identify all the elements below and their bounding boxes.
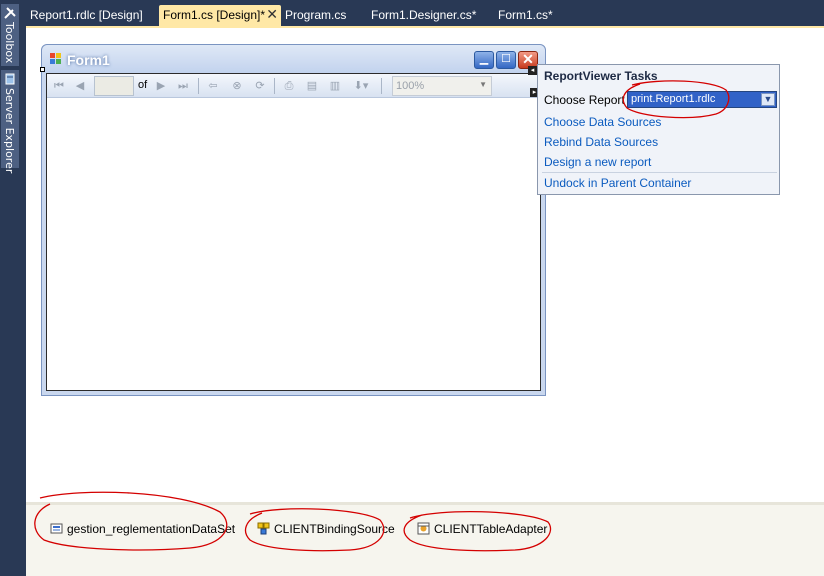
- maximize-button[interactable]: ☐: [496, 51, 516, 69]
- page-of-label: of: [138, 79, 148, 91]
- tab-form1-cs[interactable]: Form1.cs*: [494, 5, 557, 26]
- dataset-component[interactable]: gestion_reglementationDataSet: [50, 522, 235, 542]
- last-page-icon[interactable]: ⏭: [175, 78, 191, 94]
- tasks-divider: [542, 172, 777, 173]
- table-adapter-component[interactable]: CLIENTTableAdapter: [417, 522, 547, 542]
- reportviewer-tasks-panel: ReportViewer Tasks Choose Report print.R…: [537, 64, 780, 195]
- next-page-icon[interactable]: ▶: [153, 78, 169, 94]
- undock-link[interactable]: Undock in Parent Container: [544, 176, 691, 190]
- toolbox-icon: [4, 7, 16, 19]
- selection-handle[interactable]: [40, 67, 45, 72]
- chevron-down-icon: ▼: [479, 80, 487, 89]
- stop-icon[interactable]: ⊗: [229, 78, 245, 94]
- tab-label: Report1.rdlc [Design]: [30, 8, 143, 22]
- close-tab-icon[interactable]: ✕: [266, 6, 278, 23]
- choose-data-sources-link[interactable]: Choose Data Sources: [544, 115, 661, 129]
- refresh-icon[interactable]: ⟳: [252, 78, 268, 94]
- minimize-button[interactable]: ▁: [474, 51, 494, 69]
- report-viewer-toolbar: ⏮ ◀ of ▶ ⏭ ⇦ ⊗ ⟳ ⎙ ▤ ▥ ⬇▾ 100% ▼: [47, 74, 540, 98]
- server-explorer-label: Server Explorer: [3, 88, 16, 174]
- tab-form1-cs-design[interactable]: Form1.cs [Design]* ✕: [159, 5, 281, 26]
- form-title: Form1: [67, 52, 110, 68]
- first-page-icon[interactable]: ⏮: [51, 78, 67, 94]
- tab-label: Form1.Designer.cs*: [371, 8, 477, 22]
- tasks-panel-header: ReportViewer Tasks: [544, 69, 658, 83]
- tab-report1-rdlc-design[interactable]: Report1.rdlc [Design]: [26, 5, 147, 26]
- tab-label: Form1.cs [Design]*: [163, 8, 266, 22]
- toolbox-label: Toolbox: [3, 22, 16, 64]
- print-layout-icon[interactable]: ▤: [304, 78, 320, 94]
- dataset-label: gestion_reglementationDataSet: [67, 522, 236, 536]
- dataset-icon: [50, 522, 63, 535]
- rebind-data-sources-link[interactable]: Rebind Data Sources: [544, 135, 658, 149]
- binding-source-component[interactable]: CLIENTBindingSource: [257, 522, 395, 542]
- design-new-report-link[interactable]: Design a new report: [544, 155, 651, 169]
- tab-program-cs[interactable]: Program.cs: [281, 5, 350, 26]
- table-adapter-label: CLIENTTableAdapter: [434, 522, 548, 536]
- chevron-down-icon[interactable]: ▼: [761, 93, 775, 106]
- toolbar-separator: [198, 78, 199, 94]
- print-icon[interactable]: ⎙: [281, 78, 297, 94]
- smart-tag-button[interactable]: ◂: [528, 66, 537, 75]
- server-explorer-tab[interactable]: Server Explorer: [1, 70, 19, 173]
- form-title-bar[interactable]: Form1 ▁ ☐ ✕: [42, 45, 545, 73]
- document-tab-strip: Report1.rdlc [Design] Form1.cs [Design]*…: [26, 0, 824, 28]
- binding-source-label: CLIENTBindingSource: [274, 522, 395, 536]
- toolbox-tab[interactable]: Toolbox: [1, 4, 19, 66]
- page-setup-icon[interactable]: ▥: [327, 78, 343, 94]
- tab-form1-designer-cs[interactable]: Form1.Designer.cs*: [367, 5, 480, 26]
- zoom-value: 100%: [396, 80, 425, 92]
- previous-page-icon[interactable]: ◀: [72, 78, 88, 94]
- choose-report-select[interactable]: print.Report1.rdlc ▼: [627, 91, 777, 108]
- form-window[interactable]: Form1 ▁ ☐ ✕ ⏮ ◀ of ▶ ⏭ ⇦ ⊗ ⟳ ⎙ ▤ ▥ ⬇▾ 10…: [41, 44, 546, 396]
- toolbar-separator: [381, 78, 382, 94]
- zoom-select[interactable]: 100% ▼: [392, 76, 492, 96]
- tab-label: Form1.cs*: [498, 8, 553, 22]
- table-adapter-icon: [417, 522, 430, 535]
- server-explorer-icon: [5, 73, 15, 85]
- choose-report-value: print.Report1.rdlc: [631, 93, 716, 105]
- tab-label: Program.cs: [285, 8, 347, 22]
- back-icon[interactable]: ⇦: [205, 78, 221, 94]
- toolbar-separator: [274, 78, 275, 94]
- binding-source-icon: [257, 522, 270, 535]
- page-number-input[interactable]: [94, 76, 134, 96]
- export-icon[interactable]: ⬇▾: [350, 78, 372, 94]
- side-dock: Toolbox Server Explorer: [0, 0, 26, 576]
- report-viewer[interactable]: ⏮ ◀ of ▶ ⏭ ⇦ ⊗ ⟳ ⎙ ▤ ▥ ⬇▾ 100% ▼: [46, 73, 541, 391]
- choose-report-label: Choose Report: [544, 93, 625, 107]
- form-app-icon: [50, 53, 61, 64]
